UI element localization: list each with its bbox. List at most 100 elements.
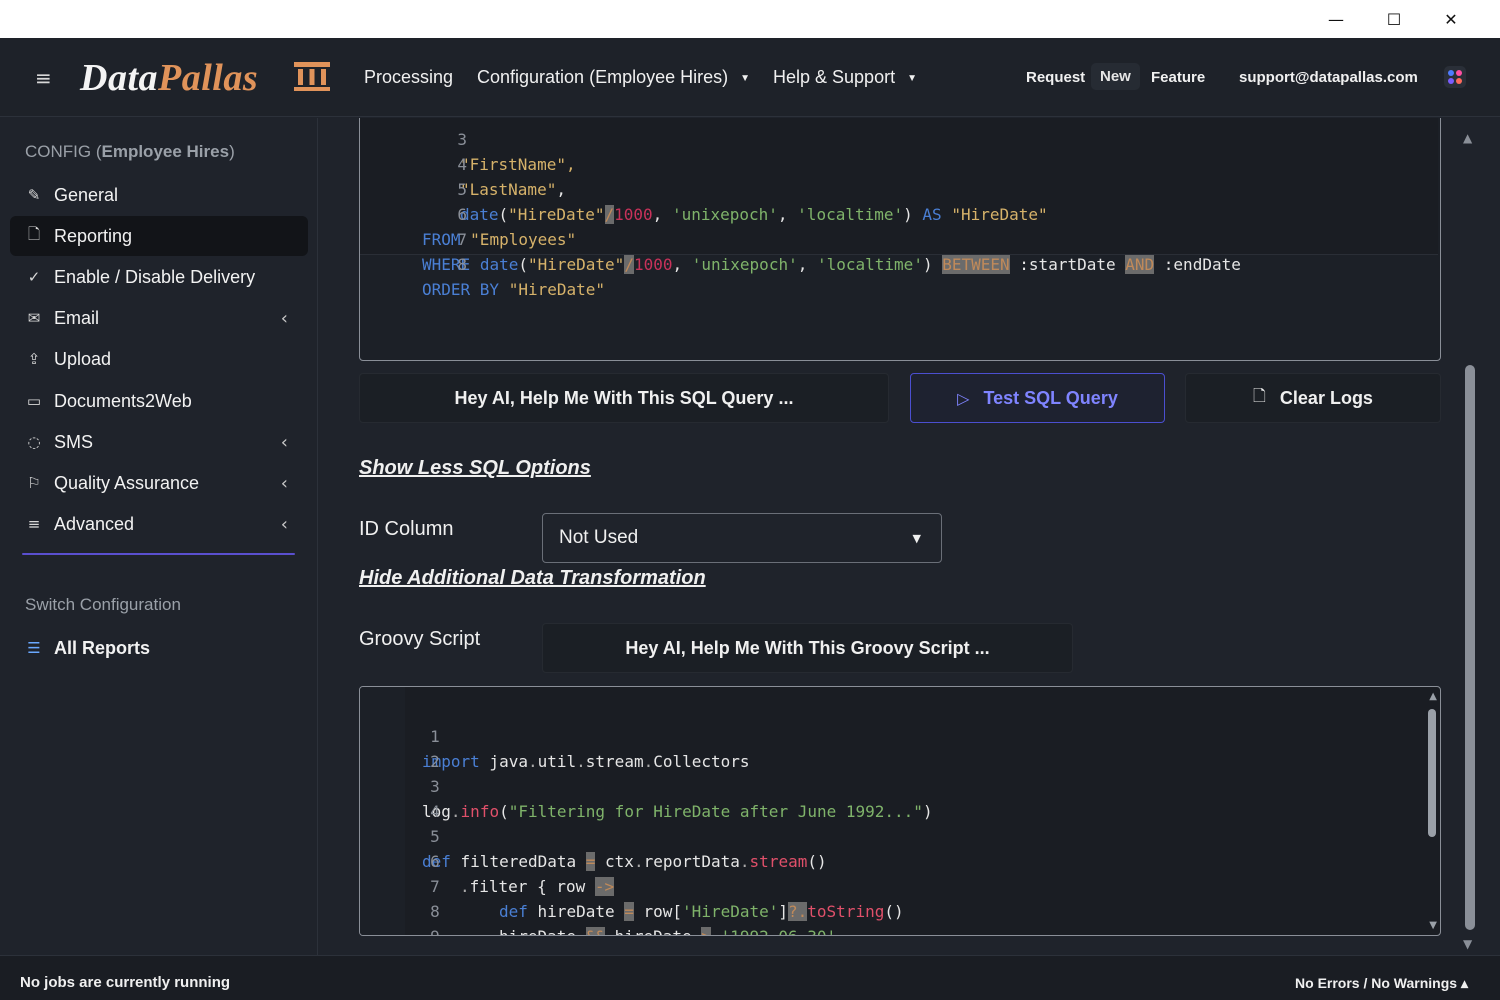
line-number: 1	[430, 727, 440, 746]
minimize-button[interactable]: —	[1308, 0, 1364, 38]
line-number: 5	[430, 827, 440, 846]
code-line: 3 log.info("Filtering for HireDate after…	[360, 749, 933, 821]
config-heading-name: Employee Hires	[101, 142, 230, 161]
temple-logo-icon	[294, 62, 330, 91]
groovy-script-label: Groovy Script	[359, 628, 481, 650]
sidebar-item-advanced[interactable]: ≡ Advanced ‹	[10, 504, 308, 544]
sidebar-item-all-reports[interactable]: ☰ All Reports	[10, 628, 308, 668]
nav-help-label: Help & Support	[773, 67, 896, 87]
logo-text-data: Data	[80, 57, 158, 99]
switch-configuration-label: Switch Configuration	[25, 595, 181, 614]
sidebar-item-label: Documents2Web	[54, 390, 192, 411]
ai-sql-help-button[interactable]: Hey AI, Help Me With This SQL Query ...	[359, 373, 889, 423]
code-text: "LastName",	[460, 180, 566, 199]
sliders-icon: ≡	[27, 515, 41, 533]
hide-additional-data-transformation-link[interactable]: Hide Additional Data Transformation	[359, 567, 706, 590]
code-text: import java.util.stream.Collectors	[422, 752, 750, 771]
app-logo[interactable]: DataPallas	[80, 56, 258, 100]
sidebar-item-label: Email	[54, 307, 100, 328]
code-line: 8 ORDER BY "HireDate"	[360, 227, 605, 299]
line-number: 6	[457, 205, 468, 224]
scroll-up-icon[interactable]: ▲	[1429, 691, 1437, 702]
status-bar: No jobs are currently running No Errors …	[0, 955, 1500, 1000]
scroll-down-icon[interactable]: ▼	[1463, 937, 1472, 951]
clear-logs-label: Clear Logs	[1279, 387, 1373, 408]
line-number: 5	[457, 180, 468, 199]
play-icon: ▷	[957, 388, 970, 408]
editor-scrollbar-thumb[interactable]	[1428, 709, 1436, 837]
groovy-editor[interactable]: 1 import java.util.stream.Collectors 2 3…	[359, 686, 1441, 936]
line-number: 3	[430, 777, 440, 796]
sidebar-item-quality-assurance[interactable]: ⚐ Quality Assurance ‹	[10, 463, 308, 503]
code-line: 9 }	[360, 899, 440, 935]
close-icon: ✕	[1444, 9, 1458, 29]
menu-toggle-icon[interactable]: ≡	[35, 66, 52, 90]
sidebar: CONFIG (Employee Hires) ✎ General 🗋 Repo…	[0, 118, 318, 955]
chat-icon: ◌	[27, 433, 41, 451]
sidebar-item-label: General	[54, 184, 119, 205]
check-circle-icon: ✓	[27, 268, 41, 286]
apps-grid-icon[interactable]	[1444, 66, 1466, 88]
sql-editor[interactable]: 3 "FirstName", 4 "LastName", 5 date("Hir…	[359, 118, 1441, 361]
sidebar-item-label: Reporting	[54, 225, 133, 246]
sidebar-item-label: Quality Assurance	[54, 472, 200, 493]
chevron-left-icon[interactable]: ‹	[281, 514, 288, 535]
code-line: 6 .filter { row ->	[360, 824, 615, 896]
main-scrollbar-thumb[interactable]	[1465, 365, 1475, 930]
line-number: 4	[430, 802, 440, 821]
sidebar-item-email[interactable]: ✉ Email ‹	[10, 298, 308, 338]
upload-icon: ⇪	[27, 350, 41, 368]
code-text: hireDate && hireDate > '1992-06-30'	[499, 924, 836, 935]
request-link[interactable]: Request	[1026, 69, 1085, 86]
caret-down-icon: ▼	[912, 531, 921, 545]
test-sql-query-button[interactable]: ▷ Test SQL Query	[910, 373, 1165, 423]
clear-logs-button[interactable]: 🗋 Clear Logs	[1185, 373, 1441, 423]
code-line: 6 FROM "Employees"	[360, 177, 576, 249]
nav-help-support[interactable]: Help & Support ▼	[773, 67, 917, 88]
sidebar-item-general[interactable]: ✎ General	[10, 175, 308, 215]
caret-down-icon: ▼	[740, 72, 751, 84]
sidebar-item-label: All Reports	[54, 637, 151, 658]
ai-groovy-help-button[interactable]: Hey AI, Help Me With This Groovy Script …	[542, 623, 1073, 673]
line-number: 7	[457, 230, 468, 249]
sidebar-item-sms[interactable]: ◌ SMS ‹	[10, 422, 308, 462]
nav-configuration-label: Configuration (Employee Hires)	[477, 67, 729, 87]
sidebar-item-label: Upload	[54, 348, 112, 369]
minimize-icon: —	[1328, 9, 1344, 29]
sidebar-item-reporting[interactable]: 🗋 Reporting	[10, 216, 308, 256]
scroll-up-icon[interactable]: ▲	[1463, 131, 1472, 145]
sidebar-item-upload[interactable]: ⇪ Upload	[10, 339, 308, 379]
feature-link[interactable]: Feature	[1151, 69, 1205, 86]
code-text: ORDER BY "HireDate"	[422, 280, 606, 299]
sidebar-item-enable-disable-delivery[interactable]: ✓ Enable / Disable Delivery	[10, 257, 308, 297]
flag-icon: ⚐	[27, 474, 41, 492]
code-line: 10 .collect(Collectors.toList())	[360, 924, 418, 935]
code-text: def hireDate = row['HireDate']?.toString…	[499, 902, 904, 921]
list-icon: ☰	[27, 639, 41, 657]
show-less-sql-options-link[interactable]: Show Less SQL Options	[359, 457, 591, 480]
sidebar-item-documents2web[interactable]: ▭ Documents2Web	[10, 381, 308, 421]
chevron-left-icon[interactable]: ‹	[281, 432, 288, 453]
code-text: "FirstName",	[460, 155, 576, 174]
envelope-icon: ✉	[27, 309, 41, 327]
code-line: 2	[360, 724, 440, 771]
line-number: 7	[430, 877, 440, 896]
nav-configuration[interactable]: Configuration (Employee Hires) ▼	[477, 67, 750, 88]
maximize-button[interactable]: ☐	[1366, 0, 1422, 38]
id-column-select[interactable]: Not Used ▼	[542, 513, 942, 563]
line-number: 3	[457, 130, 468, 149]
problems-status[interactable]: No Errors / No Warnings ▴	[1295, 975, 1468, 992]
chevron-left-icon[interactable]: ‹	[281, 308, 288, 329]
nav-processing[interactable]: Processing	[364, 67, 453, 88]
new-link[interactable]: New	[1091, 63, 1140, 90]
close-button[interactable]: ✕	[1423, 0, 1479, 38]
line-number: 9	[418, 924, 440, 935]
chevron-left-icon[interactable]: ‹	[281, 473, 288, 494]
support-email-link[interactable]: support@datapallas.com	[1239, 69, 1418, 86]
scroll-down-icon[interactable]: ▼	[1429, 920, 1437, 931]
jobs-status: No jobs are currently running	[20, 974, 231, 991]
maximize-icon: ☐	[1386, 9, 1402, 29]
sql-code-area[interactable]: 3 "FirstName", 4 "LastName", 5 date("Hir…	[360, 118, 1438, 299]
main-content: 3 "FirstName", 4 "LastName", 5 date("Hir…	[319, 118, 1500, 955]
top-navbar: ≡ DataPallas Processing Configuration (E…	[0, 38, 1500, 117]
